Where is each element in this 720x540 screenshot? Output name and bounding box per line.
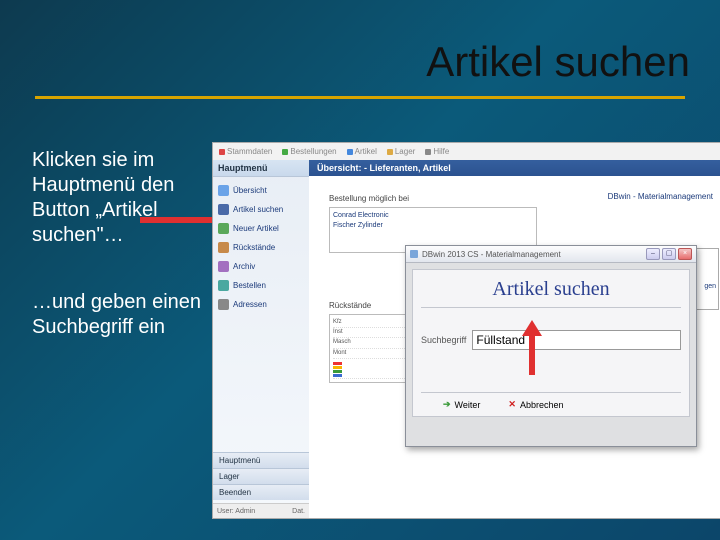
instruction-text-2: …und geben einen Suchbegriff ein <box>32 290 212 340</box>
status-date: Dat. <box>292 508 305 515</box>
toolbar-item[interactable]: Stammdaten <box>219 147 272 156</box>
close-button[interactable]: × <box>678 248 692 260</box>
toolbar-item[interactable]: Artikel <box>347 147 377 156</box>
minimize-button[interactable]: – <box>646 248 660 260</box>
app-icon <box>410 250 418 258</box>
sidebar: Hauptmenü Übersicht Artikel suchen Neuer… <box>213 160 310 518</box>
title-underline <box>35 96 685 99</box>
sidebar-header: Hauptmenü <box>213 160 309 177</box>
back-icon <box>218 242 229 253</box>
dialog-titlebar[interactable]: DBwin 2013 CS - Materialmanagement – ▢ × <box>406 246 696 263</box>
sidebar-item-bestellen[interactable]: Bestellen <box>215 276 307 295</box>
search-input[interactable] <box>472 330 681 350</box>
sidebar-bottom-lager[interactable]: Lager <box>213 468 309 484</box>
search-dialog: DBwin 2013 CS - Materialmanagement – ▢ ×… <box>405 245 697 447</box>
search-label: Suchbegriff <box>421 335 466 345</box>
suppliers-label: Bestellung möglich bei <box>329 194 711 203</box>
status-bar: User: Admin Dat. <box>213 503 309 518</box>
sidebar-bottom-nav: Hauptmenü Lager Beenden <box>213 452 309 500</box>
instruction-text-1: Klicken sie im Hauptmenü den Button „Art… <box>32 148 212 248</box>
callout-arrow-to-input <box>522 320 542 375</box>
new-icon <box>218 223 229 234</box>
sidebar-item-artikel-suchen[interactable]: Artikel suchen <box>215 200 307 219</box>
list-item[interactable]: Conrad Electronic <box>333 211 533 221</box>
sidebar-bottom-hauptmenue[interactable]: Hauptmenü <box>213 452 309 468</box>
close-icon: ✕ <box>508 399 516 410</box>
arrow-right-icon: ➔ <box>443 399 451 410</box>
sidebar-item-overview[interactable]: Übersicht <box>215 181 307 200</box>
overview-icon <box>218 185 229 196</box>
slide-title: Artikel suchen <box>426 38 690 86</box>
order-icon <box>218 280 229 291</box>
sidebar-item-archiv[interactable]: Archiv <box>215 257 307 276</box>
archive-icon <box>218 261 229 272</box>
toolbar-item[interactable]: Bestellungen <box>282 147 336 156</box>
slide: Artikel suchen Klicken sie im Hauptmenü … <box>0 0 720 540</box>
address-icon <box>218 299 229 310</box>
cancel-button[interactable]: ✕Abbrechen <box>508 399 563 410</box>
dialog-title: Artikel suchen <box>421 276 681 308</box>
list-item[interactable]: Fischer Zylinder <box>333 221 533 231</box>
sidebar-item-neuer-artikel[interactable]: Neuer Artikel <box>215 219 307 238</box>
toolbar-item[interactable]: Hilfe <box>425 147 449 156</box>
maximize-button[interactable]: ▢ <box>662 248 676 260</box>
toolbar-item[interactable]: Lager <box>387 147 415 156</box>
status-user: User: Admin <box>217 508 255 515</box>
main-header: Übersicht: - Lieferanten, Artikel <box>309 160 720 176</box>
next-button[interactable]: ➔Weiter <box>443 399 480 410</box>
app-toolbar: Stammdaten Bestellungen Artikel Lager Hi… <box>213 143 720 161</box>
sidebar-item-adressen[interactable]: Adressen <box>215 295 307 314</box>
sidebar-item-rueckstaende[interactable]: Rückstände <box>215 238 307 257</box>
dialog-window-title: DBwin 2013 CS - Materialmanagement <box>422 250 561 259</box>
sidebar-bottom-beenden[interactable]: Beenden <box>213 484 309 500</box>
search-icon <box>218 204 229 215</box>
